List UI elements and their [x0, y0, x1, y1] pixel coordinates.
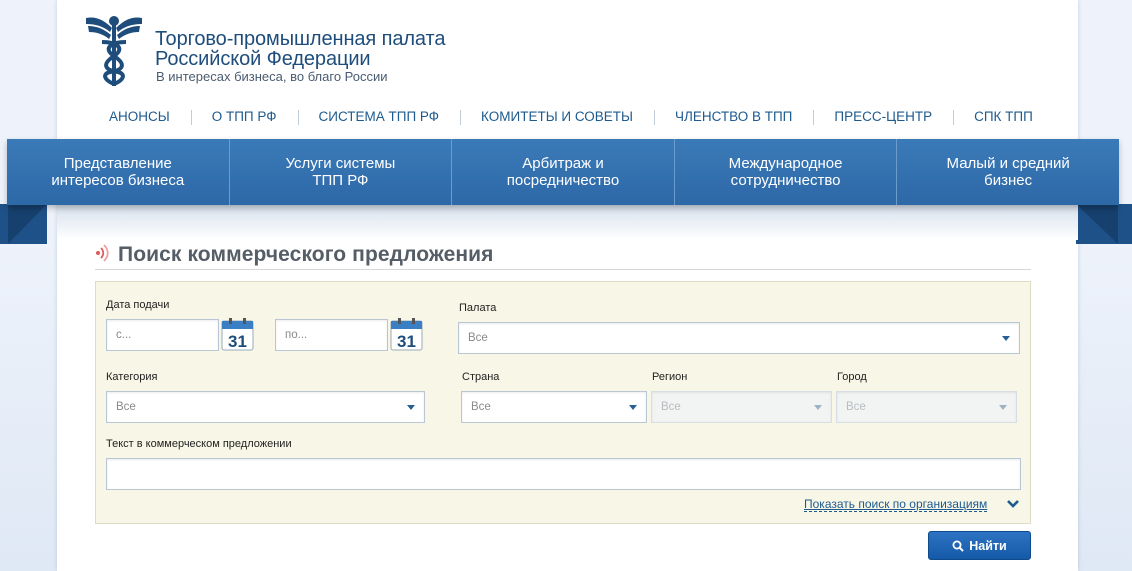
date-label: Дата подачи — [106, 299, 170, 311]
main-nav-label: Услуги системы — [285, 155, 396, 172]
ribbon-shadow — [57, 205, 1078, 240]
main-nav-label: сотрудничество — [730, 172, 841, 189]
main-nav: Представление интересов бизнеса Услуги си… — [7, 139, 1119, 205]
main-nav-label: Арбитраж и — [522, 155, 604, 172]
main-nav-label: Малый и средний — [946, 155, 1070, 172]
search-icon — [952, 540, 964, 552]
page-title: Поиск коммерческого предложения — [118, 243, 494, 266]
ribbon-fold-left — [0, 204, 47, 244]
chevron-down-icon[interactable] — [1007, 499, 1019, 509]
chamber-select[interactable]: Все — [458, 322, 1020, 354]
top-nav-press-center[interactable]: ПРЕСС-ЦЕНТР — [813, 109, 953, 125]
category-select[interactable]: Все — [106, 391, 425, 423]
calendar-day-text: 31 — [397, 332, 416, 351]
category-select-value: Все — [116, 401, 136, 413]
region-label: Регион — [652, 371, 688, 383]
chevron-down-icon — [629, 405, 637, 410]
city-label: Город — [837, 371, 867, 383]
date-to-input[interactable]: по... — [275, 319, 388, 351]
city-select[interactable]: Все — [836, 391, 1017, 423]
main-nav-label: интересов бизнеса — [51, 172, 185, 189]
caduceus-logo-icon[interactable] — [86, 12, 142, 88]
main-nav-label: посредничество — [506, 172, 620, 189]
brand-title-line1: Торгово-промышленная палата — [155, 28, 446, 50]
main-nav-arbitration[interactable]: Арбитраж и посредничество — [451, 139, 674, 205]
top-nav-announcements[interactable]: АНОНСЫ — [88, 109, 191, 124]
show-org-search-link[interactable]: Показать поиск по организациям — [804, 498, 988, 512]
top-nav-about[interactable]: О ТПП РФ — [190, 109, 298, 125]
find-button[interactable]: Найти — [928, 531, 1031, 560]
country-select[interactable]: Все — [461, 391, 647, 423]
region-select[interactable]: Все — [651, 391, 832, 423]
top-nav-spk[interactable]: СПК ТПП — [953, 109, 1054, 125]
calendar-day-text: 31 — [228, 332, 247, 351]
country-label: Страна — [462, 371, 500, 383]
offer-text-label: Текст в коммерческом предложении — [106, 438, 292, 450]
country-select-value: Все — [471, 401, 491, 413]
top-nav: АНОНСЫ О ТПП РФ СИСТЕМА ТПП РФ КОМИТЕТЫ … — [88, 106, 1043, 126]
main-nav-international[interactable]: Международное сотрудничество — [673, 139, 897, 205]
brand-subtitle: В интересах бизнеса, во благо России — [156, 69, 388, 84]
chamber-select-value: Все — [468, 332, 488, 344]
main-nav-business-representation[interactable]: Представление интересов бизнеса — [7, 139, 229, 205]
chevron-down-icon — [407, 405, 415, 410]
chamber-label: Палата — [459, 302, 497, 314]
calendar-from-icon[interactable]: 31 — [221, 318, 254, 351]
category-label: Категория — [106, 371, 158, 383]
main-nav-label: бизнес — [984, 172, 1033, 189]
date-from-input[interactable]: с... — [106, 319, 219, 351]
title-divider — [95, 269, 1031, 270]
main-nav-label: ТПП РФ — [312, 172, 369, 189]
chevron-down-icon — [814, 405, 822, 410]
brand-title[interactable]: Торгово-промышленная палата Российской Ф… — [155, 29, 445, 69]
top-nav-committees[interactable]: КОМИТЕТЫ И СОВЕТЫ — [460, 109, 654, 125]
city-select-value: Все — [846, 401, 866, 413]
chevron-down-icon — [1002, 336, 1010, 341]
main-nav-label: Международное — [728, 155, 843, 172]
brand-title-line2: Российской Федерации — [155, 48, 371, 70]
top-nav-membership[interactable]: ЧЛЕНСТВО В ТПП — [654, 109, 813, 125]
top-nav-system[interactable]: СИСТЕМА ТПП РФ — [297, 109, 461, 125]
region-select-value: Все — [661, 401, 681, 413]
chevron-down-icon — [999, 405, 1007, 410]
main-nav-services[interactable]: Услуги системы ТПП РФ — [228, 139, 452, 205]
ribbon-fold-right — [1076, 204, 1132, 244]
calendar-to-icon[interactable]: 31 — [390, 318, 423, 351]
signal-wave-icon — [96, 244, 109, 262]
main-nav-small-business[interactable]: Малый и средний бизнес — [896, 139, 1119, 205]
offer-text-input[interactable] — [106, 458, 1021, 490]
main-nav-label: Представление — [63, 155, 172, 172]
find-button-label: Найти — [969, 538, 1007, 553]
